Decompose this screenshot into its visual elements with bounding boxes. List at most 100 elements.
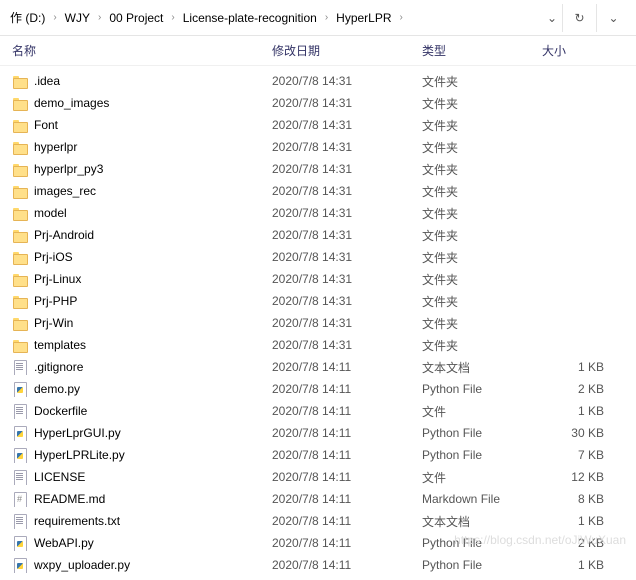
file-row[interactable]: Dockerfile2020/7/8 14:11文件1 KB [0, 400, 636, 422]
file-name-cell: WebAPI.py [12, 535, 272, 551]
file-name: demo.py [34, 382, 80, 396]
file-date: 2020/7/8 14:31 [272, 294, 422, 308]
file-name-cell: Font [12, 117, 272, 133]
file-date: 2020/7/8 14:31 [272, 228, 422, 242]
column-header-date[interactable]: 修改日期 [272, 42, 422, 59]
chevron-right-icon: › [396, 12, 407, 23]
file-name-cell: .gitignore [12, 359, 272, 375]
document-icon [12, 403, 28, 419]
chevron-right-icon: › [94, 12, 105, 23]
file-row[interactable]: README.md2020/7/8 14:11Markdown File8 KB [0, 488, 636, 510]
file-row[interactable]: images_rec2020/7/8 14:31文件夹 [0, 180, 636, 202]
file-type: 文件夹 [422, 293, 542, 310]
file-date: 2020/7/8 14:31 [272, 272, 422, 286]
file-date: 2020/7/8 14:11 [272, 470, 422, 484]
file-type: Python File [422, 558, 542, 572]
file-date: 2020/7/8 14:31 [272, 74, 422, 88]
breadcrumb[interactable]: 作 (D:) › WJY › 00 Project › License-plat… [6, 9, 542, 26]
file-name: WebAPI.py [34, 536, 94, 550]
chevron-down-icon: ⌄ [547, 11, 557, 25]
file-type: 文件夹 [422, 183, 542, 200]
file-size: 7 KB [542, 448, 624, 462]
file-date: 2020/7/8 14:31 [272, 206, 422, 220]
file-row[interactable]: templates2020/7/8 14:31文件夹 [0, 334, 636, 356]
file-name: Prj-PHP [34, 294, 77, 308]
file-type: 文件夹 [422, 337, 542, 354]
file-name: Prj-Win [34, 316, 73, 330]
file-row[interactable]: LICENSE2020/7/8 14:11文件12 KB [0, 466, 636, 488]
file-row[interactable]: Prj-PHP 2020/7/8 14:31文件夹 [0, 290, 636, 312]
file-size: 1 KB [542, 514, 624, 528]
file-row[interactable]: HyperLPRLite.py2020/7/8 14:11Python File… [0, 444, 636, 466]
file-date: 2020/7/8 14:31 [272, 140, 422, 154]
file-row[interactable]: .idea2020/7/8 14:31文件夹 [0, 70, 636, 92]
folder-icon [12, 227, 28, 243]
file-type: 文件夹 [422, 205, 542, 222]
history-dropdown-button[interactable]: ⌄ [542, 11, 562, 25]
search-dropdown-button[interactable]: ⌄ [596, 4, 630, 32]
file-name: requirements.txt [34, 514, 120, 528]
column-header-type[interactable]: 类型 [422, 42, 542, 59]
document-icon [12, 469, 28, 485]
file-row[interactable]: hyperlpr2020/7/8 14:31文件夹 [0, 136, 636, 158]
breadcrumb-root[interactable]: 作 (D:) [10, 9, 45, 26]
file-type: 文件夹 [422, 161, 542, 178]
refresh-button[interactable]: ↻ [562, 4, 596, 32]
chevron-down-icon: ⌄ [608, 11, 618, 25]
file-size: 1 KB [542, 558, 624, 572]
refresh-icon: ↻ [574, 11, 584, 25]
file-name-cell: hyperlpr [12, 139, 272, 155]
file-date: 2020/7/8 14:31 [272, 338, 422, 352]
breadcrumb-item[interactable]: HyperLPR [336, 11, 391, 25]
file-row[interactable]: Prj-Win2020/7/8 14:31文件夹 [0, 312, 636, 334]
file-name-cell: hyperlpr_py3 [12, 161, 272, 177]
chevron-right-icon: › [49, 12, 60, 23]
file-name-cell: Dockerfile [12, 403, 272, 419]
file-row[interactable]: Prj-Linux2020/7/8 14:31文件夹 [0, 268, 636, 290]
file-row[interactable]: hyperlpr_py32020/7/8 14:31文件夹 [0, 158, 636, 180]
breadcrumb-item[interactable]: WJY [65, 11, 90, 25]
file-row[interactable]: demo_images2020/7/8 14:31文件夹 [0, 92, 636, 114]
breadcrumb-item[interactable]: License-plate-recognition [183, 11, 317, 25]
column-headers: 名称 修改日期 类型 大小 [0, 36, 636, 66]
document-icon [12, 359, 28, 375]
file-row[interactable]: HyperLprGUI.py2020/7/8 14:11Python File3… [0, 422, 636, 444]
file-name-cell: Prj-Win [12, 315, 272, 331]
chevron-right-icon: › [321, 12, 332, 23]
file-row[interactable]: Prj-Android2020/7/8 14:31文件夹 [0, 224, 636, 246]
file-type: 文本文档 [422, 513, 542, 530]
file-row[interactable]: .gitignore2020/7/8 14:11文本文档1 KB [0, 356, 636, 378]
file-row[interactable]: requirements.txt 2020/7/8 14:11文本文档1 KB [0, 510, 636, 532]
file-row[interactable]: model2020/7/8 14:31文件夹 [0, 202, 636, 224]
file-name-cell: demo.py [12, 381, 272, 397]
file-name: hyperlpr_py3 [34, 162, 103, 176]
file-name-cell: wxpy_uploader.py [12, 557, 272, 573]
file-type: Python File [422, 382, 542, 396]
file-date: 2020/7/8 14:31 [272, 184, 422, 198]
file-name-cell: LICENSE [12, 469, 272, 485]
column-header-name[interactable]: 名称 [12, 42, 272, 59]
file-row[interactable]: Font2020/7/8 14:31文件夹 [0, 114, 636, 136]
file-date: 2020/7/8 14:31 [272, 250, 422, 264]
folder-icon [12, 183, 28, 199]
file-date: 2020/7/8 14:11 [272, 382, 422, 396]
file-name-cell: demo_images [12, 95, 272, 111]
file-name-cell: Prj-PHP [12, 293, 272, 309]
file-row[interactable]: WebAPI.py2020/7/8 14:11Python File2 KB [0, 532, 636, 554]
file-name-cell: HyperLprGUI.py [12, 425, 272, 441]
breadcrumb-item[interactable]: 00 Project [109, 11, 163, 25]
file-row[interactable]: Prj-iOS2020/7/8 14:31文件夹 [0, 246, 636, 268]
file-date: 2020/7/8 14:11 [272, 448, 422, 462]
file-name: demo_images [34, 96, 109, 110]
file-date: 2020/7/8 14:31 [272, 96, 422, 110]
file-name: Prj-iOS [34, 250, 73, 264]
file-date: 2020/7/8 14:11 [272, 536, 422, 550]
file-name-cell: templates [12, 337, 272, 353]
file-type: 文件夹 [422, 271, 542, 288]
file-row[interactable]: demo.py2020/7/8 14:11Python File2 KB [0, 378, 636, 400]
file-date: 2020/7/8 14:11 [272, 514, 422, 528]
column-header-size[interactable]: 大小 [542, 42, 624, 59]
file-date: 2020/7/8 14:11 [272, 360, 422, 374]
file-row[interactable]: wxpy_uploader.py2020/7/8 14:11Python Fil… [0, 554, 636, 576]
file-name-cell: images_rec [12, 183, 272, 199]
